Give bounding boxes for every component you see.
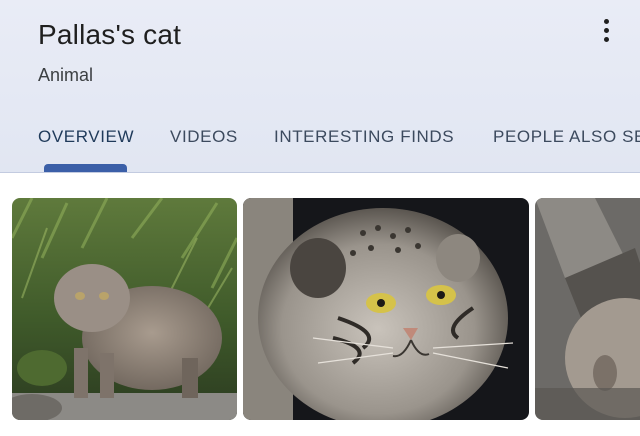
tab-people-also-search-for[interactable]: PEOPLE ALSO SEARCH FOR <box>493 127 640 147</box>
menu-dot <box>603 27 609 33</box>
more-vert-icon[interactable] <box>592 14 620 46</box>
image-carousel <box>0 196 640 424</box>
active-tab-indicator <box>44 164 127 172</box>
entity-subtitle: Animal <box>38 65 94 85</box>
image-thumbnail-3[interactable] <box>535 198 640 420</box>
cat-photo-2 <box>243 198 529 420</box>
tab-overview[interactable]: OVERVIEW <box>38 127 134 147</box>
tab-bar: OVERVIEW VIDEOS INTERESTING FINDS PEOPLE… <box>0 118 640 172</box>
menu-dot <box>603 18 609 24</box>
image-thumbnail-2[interactable] <box>243 198 529 420</box>
knowledge-panel-header: Pallas's cat Animal OVERVIEW VIDEOS INTE… <box>0 0 640 173</box>
tab-interesting-finds[interactable]: INTERESTING FINDS <box>274 127 454 147</box>
menu-dot <box>603 36 609 42</box>
entity-title: Pallas's cat <box>38 19 182 50</box>
image-thumbnail-1[interactable] <box>12 198 237 420</box>
cat-photo-3 <box>535 198 640 420</box>
cat-photo-1 <box>12 198 237 420</box>
tab-videos[interactable]: VIDEOS <box>170 127 238 147</box>
